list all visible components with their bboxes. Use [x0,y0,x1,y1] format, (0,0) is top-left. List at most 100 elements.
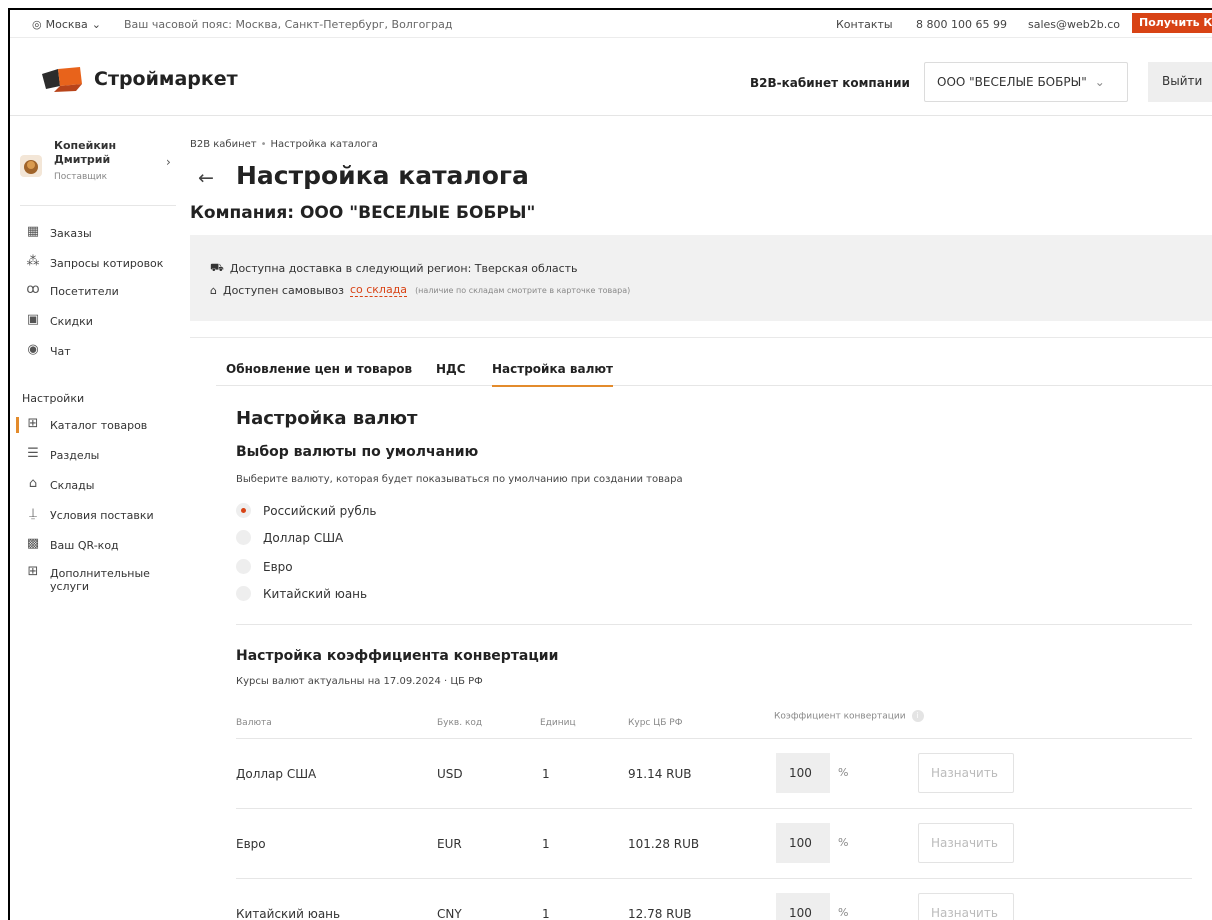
sidebar-item-sections[interactable]: ☰ Разделы [24,447,99,463]
column-header-coefficient: Коэффициент конвертации i [774,710,924,722]
logout-button[interactable]: Выйти [1148,62,1212,102]
sections-icon: ☰ [27,446,39,461]
city-label: Москва [45,18,88,31]
company-select[interactable]: ООО "ВЕСЕЛЫЕ БОБРЫ" ⌄ [924,62,1128,102]
sidebar-item-label: Ваш QR-код [50,539,119,552]
radio-label: Евро [263,559,293,574]
sidebar-item-delivery-terms[interactable]: ⍊ Условия поставки [24,507,154,523]
column-header-rate: Курс ЦБ РФ [628,718,683,728]
percent-sign: % [838,766,849,779]
column-header-units: Единиц [540,718,576,728]
logo[interactable]: Строймаркет [40,64,238,94]
cell-code: USD [437,767,463,781]
currency-radio-cny[interactable]: Китайский юань [236,586,367,601]
logo-icon [42,67,82,92]
chevron-down-icon: ⌄ [1094,75,1105,89]
main-content: B2B кабинет • Настройка каталога ← Настрой… [190,117,1212,920]
pickup-note: (наличие по складам смотрите в карточке … [415,285,631,295]
cell-rate: 91.14 RUB [628,767,692,781]
sidebar-item-discounts[interactable]: ▣ Скидки [24,313,93,329]
cell-code: EUR [437,837,462,851]
settings-heading: Настройки [22,392,85,405]
breadcrumb-link[interactable]: B2B кабинет [190,139,257,150]
table-row: Доллар США USD 1 91.14 RUB 100 % Назначи… [236,738,1192,808]
radio-unchecked [236,559,251,574]
default-currency-title: Выбор валюты по умолчанию [236,444,479,460]
sidebar-item-visitors[interactable]: ꝏ Посетители [24,283,118,299]
cell-currency: Доллар США [236,767,317,781]
tab-currency-settings[interactable]: Настройка валют [492,362,613,387]
cell-rate: 12.78 RUB [628,907,692,920]
sidebar-item-catalog[interactable]: ⊞ Каталог товаров [24,417,148,433]
pickup-warehouse-link[interactable]: со склада [349,283,408,297]
column-header-coefficient-label: Коэффициент конвертации [774,711,906,722]
avatar [20,155,42,177]
divider [236,624,1192,625]
percent-sign: % [838,906,849,919]
coefficient-input[interactable]: 100 [776,823,830,863]
cell-rate: 101.28 RUB [628,837,700,851]
cell-currency: Евро [236,837,266,851]
location-pin-icon: ◎ [32,18,42,31]
radio-unchecked [236,530,251,545]
sidebar-item-warehouses[interactable]: ⌂ Склады [24,476,95,493]
top-bar: ◎ Москва ⌄ Ваш часовой пояс: Москва, Сан… [10,10,1212,38]
coefficient-input[interactable]: 100 [776,753,830,793]
qr-code-icon: ▩ [26,536,40,551]
user-name: Копейкин Дмитрий [54,139,117,166]
assign-button[interactable]: Назначить [918,893,1014,920]
column-header-code: Букв. код [437,718,483,728]
breadcrumb-separator: • [260,139,267,150]
sidebar-item-label: Заказы [50,227,92,240]
sidebar-item-chat[interactable]: ◉ Чат [24,343,70,359]
percent-sign: % [838,836,849,849]
cell-currency: Китайский юань [236,907,341,920]
delivery-region-row: ⛟ Доступна доставка в следующий регион: … [210,261,578,276]
back-arrow-icon[interactable]: ← [198,167,214,189]
sidebar-item-label: Скидки [50,315,93,328]
sidebar-item-services[interactable]: ⊞ Дополнительные услуги [24,565,150,594]
orders-icon: ▦ [26,224,40,239]
currency-radio-rub[interactable]: Российский рубль [236,503,377,518]
discounts-icon: ▣ [26,312,40,327]
cell-code: CNY [437,907,462,920]
currency-radio-eur[interactable]: Евро [236,559,293,574]
conversion-title: Настройка коэффициента конвертации [236,648,559,664]
breadcrumb-current: Настройка каталога [270,139,378,150]
email-link[interactable]: sales@web2b.co [1028,18,1120,31]
sidebar-item-quotes[interactable]: ⁂ Запросы котировок [24,255,164,271]
site-header: Строймаркет B2B-кабинет компании ООО "ВЕ… [10,38,1212,116]
rates-date-note: Курсы валют актуальны на 17.09.2024 · ЦБ… [236,676,483,687]
company-title: Компания: ООО "ВЕСЕЛЫЕ БОБРЫ" [190,203,536,223]
user-role: Поставщик [54,172,108,182]
tab-prices-products[interactable]: Обновление цен и товаров [226,362,412,385]
tab-bar: Обновление цен и товаров НДС Настройка в… [216,338,1212,387]
coefficient-input[interactable]: 100 [776,893,830,920]
info-icon[interactable]: i [911,710,924,722]
pickup-text: Доступен самовывоз [222,283,344,297]
sidebar-item-qr-code[interactable]: ▩ Ваш QR-код [24,537,119,553]
radio-label: Китайский юань [263,586,368,601]
sidebar-item-label: Каталог товаров [50,419,148,432]
phone-link[interactable]: 8 800 100 65 99 [916,18,1007,31]
page-title: Настройка каталога [236,161,529,190]
currency-radio-usd[interactable]: Доллар США [236,530,343,545]
chevron-down-icon: ⌄ [91,18,101,31]
city-selector[interactable]: ◎ Москва ⌄ [32,18,101,31]
warehouse-icon: ⌂ [28,476,38,491]
sidebar-item-orders[interactable]: ▦ Заказы [24,225,92,241]
tab-vat[interactable]: НДС [436,362,466,385]
contacts-link[interactable]: Контакты [836,18,893,31]
assign-button[interactable]: Назначить [918,753,1014,793]
breadcrumb: B2B кабинет • Настройка каталога [190,139,378,150]
radio-unchecked [236,586,251,601]
delivery-region-text: Доступна доставка в следующий регион: Тв… [229,262,578,275]
cell-units: 1 [542,767,550,781]
sidebar-item-label: Дополнительные услуги [50,567,150,593]
table-row: Китайский юань CNY 1 12.78 RUB 100 % Наз… [236,878,1192,920]
get-quote-button[interactable]: Получить КП [1132,13,1212,33]
radio-label: Доллар США [263,530,344,545]
browser-frame: ◎ Москва ⌄ Ваш часовой пояс: Москва, Сан… [8,8,1212,920]
table-row: Евро EUR 1 101.28 RUB 100 % Назначить [236,808,1192,878]
assign-button[interactable]: Назначить [918,823,1014,863]
